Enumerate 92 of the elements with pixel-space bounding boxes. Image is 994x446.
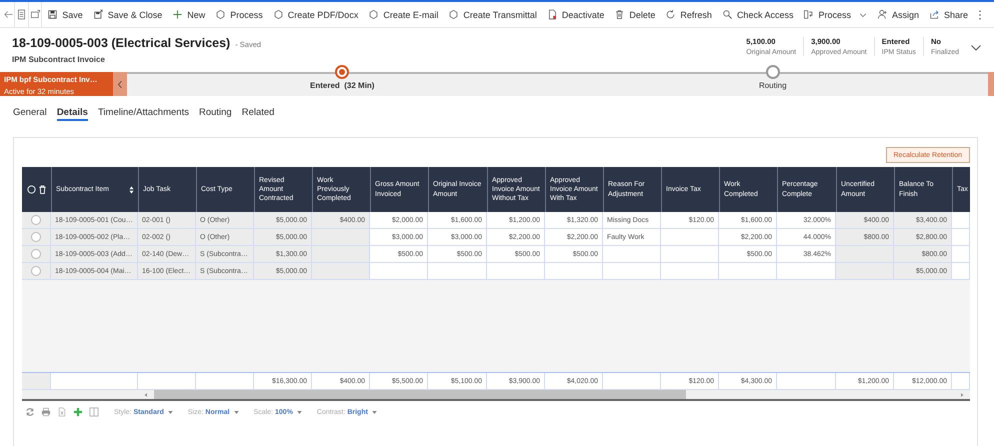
table-cell [428,263,487,280]
entity-name: IPM Subcontract Invoice [12,55,106,64]
caret-icon [234,410,239,414]
total-cell [777,373,836,390]
floppy-icon [92,9,104,20]
hexagon-icon [368,9,380,20]
table-cell [312,246,370,263]
chevron-down-icon [858,10,867,18]
row-radio[interactable] [31,215,41,225]
person-icon [876,9,888,20]
tab[interactable]: Details [56,105,88,121]
command-button[interactable]: Refresh [660,2,717,27]
table-cell [487,263,545,280]
stage-marker[interactable] [766,65,780,79]
command-button[interactable]: Deactivate [542,2,610,27]
search-icon [722,9,733,20]
table-cell [545,263,603,280]
table-cell [661,263,719,280]
table-cell [370,263,428,280]
command-button[interactable]: Create PDF/Docx [268,2,364,27]
command-button[interactable]: Delete [609,2,660,27]
table-cell [22,373,51,390]
caret-icon [372,410,377,414]
hexagon-icon [448,9,460,20]
share-icon [929,9,940,20]
hexagon-icon [215,9,226,20]
total-cell [196,373,254,390]
table-cell [603,246,661,263]
table-cell [603,263,661,280]
back-icon [2,9,14,20]
refresh-icon[interactable] [25,407,35,417]
sort-icon [129,186,134,194]
refresh-icon [665,9,676,20]
back-button[interactable] [2,2,16,27]
record-title: 18-109-0005-003 (Electrical Services) [12,36,230,50]
tab[interactable]: Timeline/Attachments [98,105,189,121]
document-icon [16,9,28,20]
row-radio[interactable] [31,232,41,242]
table-cell [836,246,894,263]
trash-icon [614,9,626,20]
hexagon-icon [272,9,284,20]
command-button[interactable]: Process [210,2,268,27]
total-cell [952,373,970,390]
command-button[interactable]: Share [924,2,974,27]
table-cell [952,229,970,246]
tab[interactable]: Routing [198,105,232,121]
horizontal-scrollbar[interactable] [22,390,970,399]
table-cell [312,229,370,246]
scroll-thumb[interactable] [154,390,686,399]
command-button[interactable]: Save [42,2,88,27]
table-cell [952,263,970,280]
document-icon [546,9,558,20]
total-cell [603,373,661,390]
print-icon[interactable] [41,407,51,417]
popout-button[interactable] [28,2,42,27]
command-button[interactable]: Create E-mail [363,2,444,27]
tab[interactable]: Related [242,105,274,121]
radio-icon[interactable] [26,185,36,194]
plus-icon [172,9,184,20]
floppy-icon [47,9,58,20]
command-button[interactable]: Save & Close [88,2,168,27]
row-radio[interactable] [31,249,41,259]
stage-marker[interactable] [335,65,350,79]
table-cell [719,263,777,280]
caret-icon [168,410,173,414]
table-cell [661,246,719,263]
table-cell [777,263,836,280]
popout-icon [30,9,41,20]
table-cell [952,246,970,263]
collapse-button[interactable] [113,72,127,96]
table-cell [836,263,894,280]
columns-icon[interactable] [89,407,99,417]
command-button[interactable]: Process [798,2,872,27]
row-radio[interactable] [31,266,41,276]
chevron-left-icon [117,80,123,88]
plus-icon[interactable] [73,407,83,417]
caret-icon [296,410,302,414]
trash-icon[interactable] [38,185,46,194]
more-icon [978,8,982,20]
command-button[interactable]: Create Transmittal [443,2,542,27]
command-button[interactable]: Check Access [716,2,798,27]
total-cell [138,373,196,390]
command-button[interactable]: New [167,2,210,27]
flowchart-icon [803,9,814,20]
form-button[interactable] [15,2,29,27]
tab[interactable]: General [13,105,47,121]
command-button[interactable]: Assign [872,2,924,27]
table-cell [661,229,719,246]
stage-label[interactable]: Routing [758,81,787,90]
table-cell [312,263,370,280]
stage-label[interactable]: Entered (32 Min) [310,81,374,90]
document-icon[interactable] [57,407,67,417]
